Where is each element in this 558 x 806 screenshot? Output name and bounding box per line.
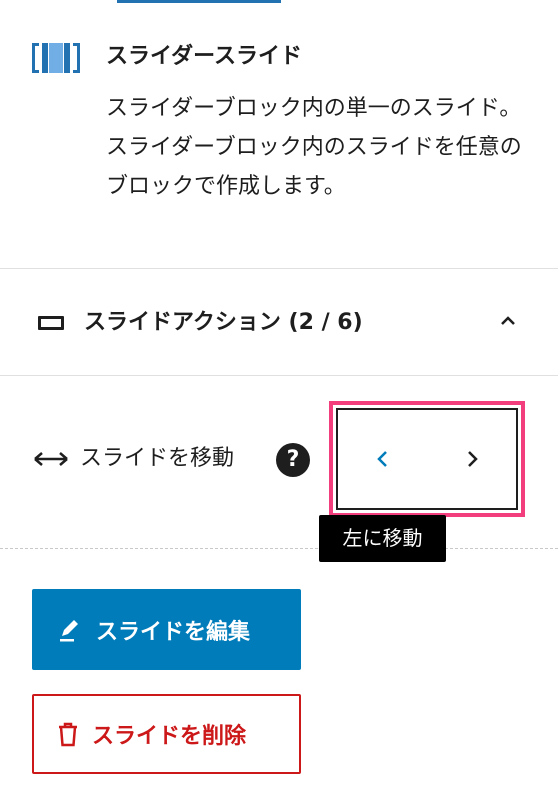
help-icon[interactable]: ? bbox=[276, 443, 310, 477]
delete-slide-button[interactable]: スライドを削除 bbox=[32, 694, 301, 774]
block-title: スライダースライド bbox=[106, 44, 303, 69]
tooltip: 左に移動 bbox=[319, 515, 446, 562]
panel-title: スライドアクション (2 / 6) bbox=[84, 310, 363, 335]
block-description: スライダーブロック内の単一のスライド。スライダーブロック内のスライドを任意のブロ… bbox=[106, 96, 522, 199]
slide-rectangle-icon bbox=[38, 316, 64, 330]
chevron-left-icon bbox=[376, 451, 387, 467]
chevron-up-icon[interactable] bbox=[497, 310, 519, 332]
delete-slide-label: スライドを削除 bbox=[92, 724, 247, 749]
move-horizontal-icon bbox=[34, 452, 68, 466]
dashed-divider bbox=[0, 548, 558, 549]
edit-slide-label: スライドを編集 bbox=[96, 619, 251, 645]
move-slide-label: スライドを移動 bbox=[80, 446, 235, 471]
pencil-icon bbox=[60, 619, 78, 641]
divider bbox=[0, 375, 558, 376]
slider-slide-block-icon bbox=[32, 43, 80, 73]
move-left-button[interactable] bbox=[338, 410, 427, 508]
chevron-right-icon bbox=[467, 451, 478, 467]
move-button-group bbox=[336, 408, 518, 510]
move-right-button[interactable] bbox=[427, 410, 516, 508]
trash-icon bbox=[59, 722, 77, 747]
active-tab-indicator bbox=[117, 0, 281, 3]
edit-slide-button[interactable]: スライドを編集 bbox=[32, 589, 301, 670]
